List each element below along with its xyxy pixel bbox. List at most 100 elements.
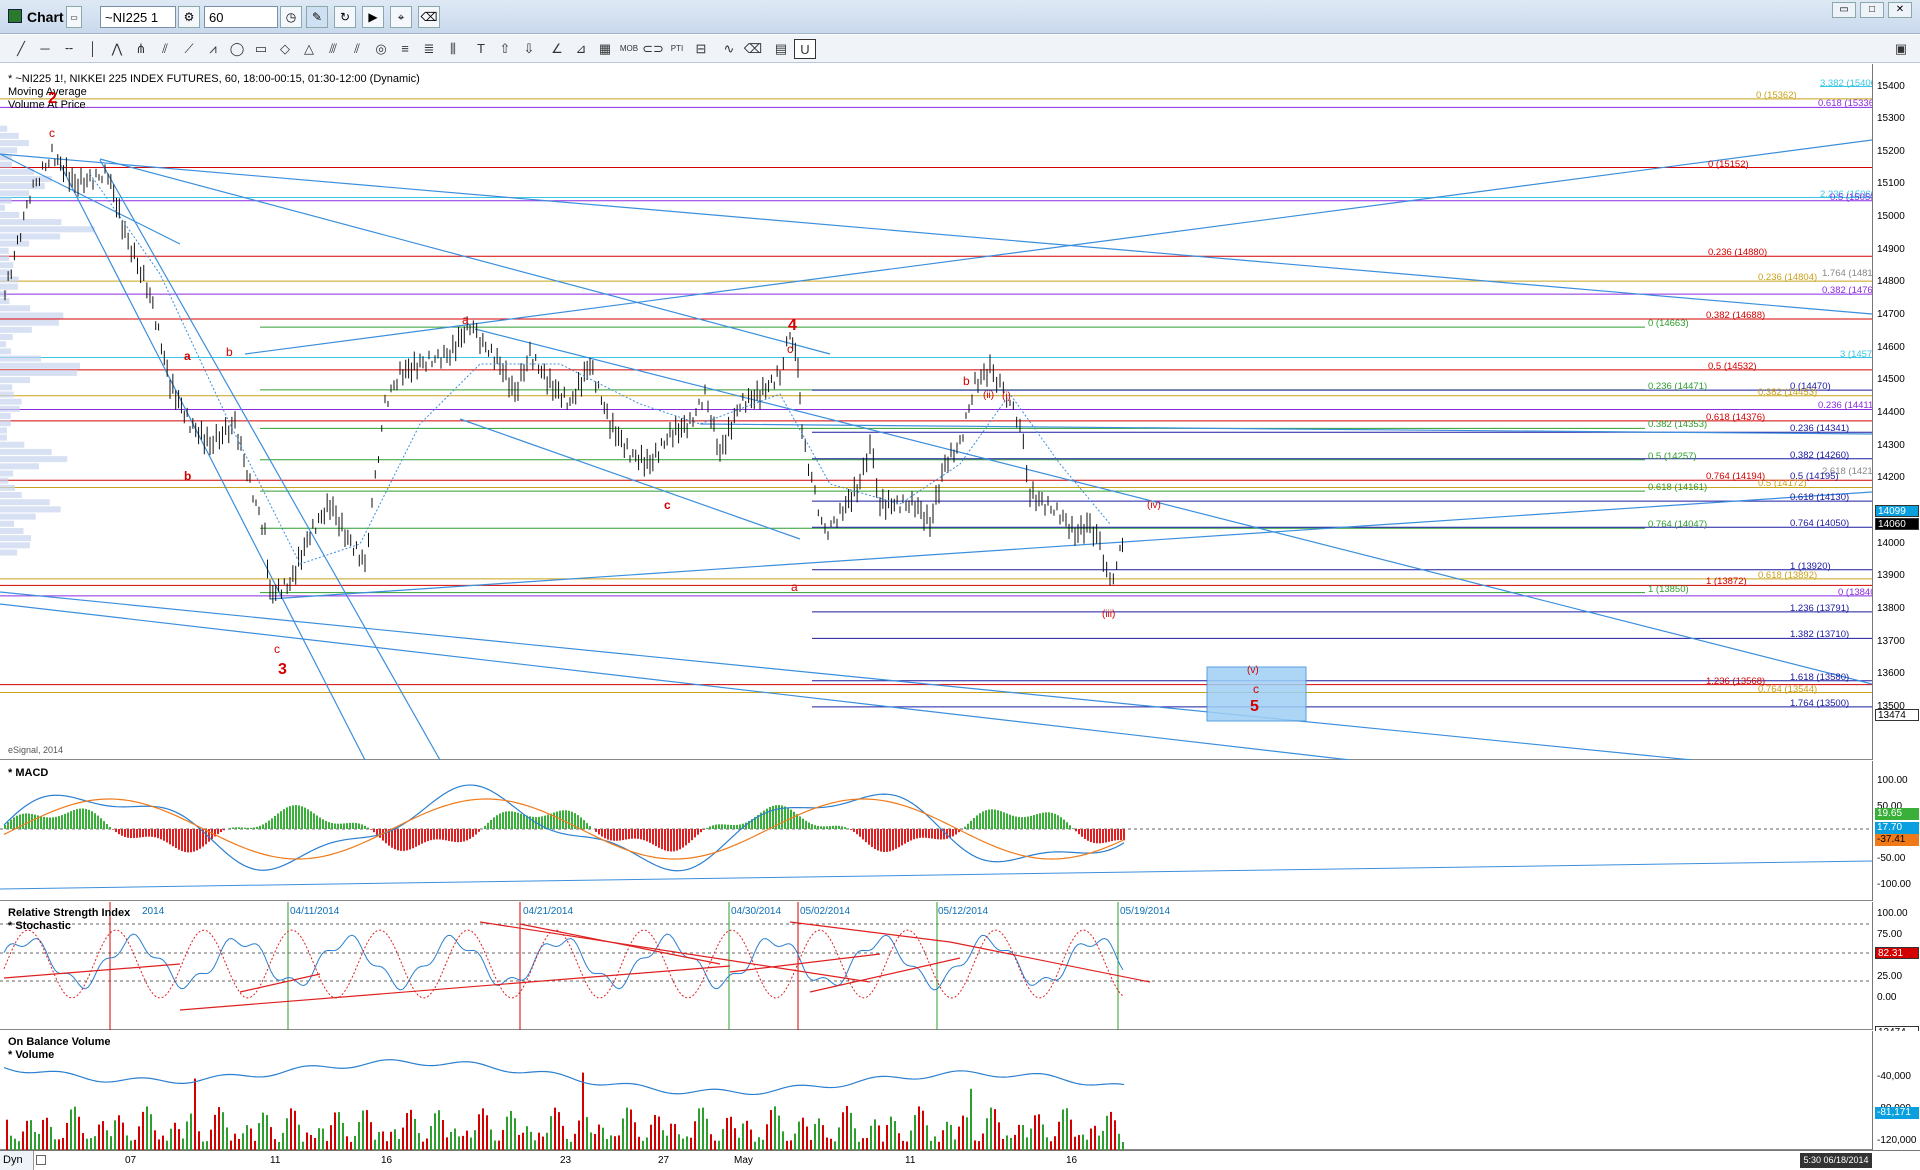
- restore-button[interactable]: ▭: [1832, 2, 1856, 18]
- eraser-tool-icon[interactable]: ⌫: [742, 39, 764, 59]
- grid-tool-icon[interactable]: ▦: [594, 39, 616, 59]
- macd-histogram-bar: [349, 822, 351, 829]
- pitchfork-tool-icon[interactable]: ⋔: [130, 39, 152, 59]
- macd-histogram-bar: [901, 829, 903, 846]
- zigzag-tool-icon[interactable]: ⋀: [106, 39, 128, 59]
- volume-bar: [490, 1129, 492, 1150]
- horizontal-line-tool-icon[interactable]: ─: [34, 39, 56, 59]
- symbol-menu-icon[interactable]: ⚙: [178, 6, 200, 28]
- macd-histogram-bar: [355, 822, 357, 829]
- volume-bar: [766, 1124, 768, 1150]
- macd-histogram-bar: [127, 829, 129, 838]
- clock-icon[interactable]: ◷: [280, 6, 302, 28]
- macd-histogram-bar: [133, 829, 135, 839]
- time-axis[interactable]: Dyn 07 11 16 23 27 May 11 16 5:30 06/18/2014: [0, 1150, 1920, 1170]
- wave-label-major: 3: [278, 661, 287, 678]
- play-icon[interactable]: ▶: [362, 6, 384, 28]
- link-icon[interactable]: ▭: [66, 6, 82, 28]
- volume-bar: [902, 1140, 904, 1150]
- volume-bar: [298, 1124, 300, 1150]
- eraser-icon[interactable]: ⌫: [418, 6, 440, 28]
- gann-tool-icon[interactable]: ⊟: [690, 39, 712, 59]
- mob-tool-icon[interactable]: MOB: [618, 39, 640, 59]
- volume-bar: [150, 1114, 152, 1150]
- crosshair-icon[interactable]: ⌖: [390, 6, 412, 28]
- macd-histogram-bar: [982, 811, 984, 829]
- macd-histogram-bar: [841, 826, 843, 829]
- fib-extension-tool-icon[interactable]: ≣: [418, 39, 440, 59]
- price-axis[interactable]: 15400 15300 15200 15100 15000 14900 14800 14700…: [1872, 64, 1920, 760]
- rectangle-tool-icon[interactable]: ▭: [250, 39, 272, 59]
- macd-label[interactable]: * MACD: [8, 767, 48, 779]
- close-button[interactable]: ✕: [1888, 2, 1912, 18]
- parallel-lines-tool-icon[interactable]: ⫻: [322, 39, 344, 59]
- macd-axis[interactable]: 100.0050.000.00-50.00-100.0019.6517.70-3…: [1872, 761, 1920, 901]
- speed-line-tool-icon[interactable]: ⩘: [202, 39, 224, 59]
- wave-label-minor: c: [274, 642, 280, 656]
- highlighter-tool-icon[interactable]: ◇: [274, 39, 296, 59]
- obv-svg: [3, 1059, 1125, 1150]
- fib-retracement-tool-icon[interactable]: ≡: [394, 39, 416, 59]
- triangle-tool-icon[interactable]: △: [298, 39, 320, 59]
- symbol-input[interactable]: ~NI225 1: [100, 6, 176, 28]
- dynamic-toggle[interactable]: Dyn: [0, 1151, 34, 1170]
- fib-time-tool-icon[interactable]: ⫼: [442, 39, 464, 59]
- price-pane[interactable]: * ~NI225 1!, NIKKEI 225 INDEX FUTURES, 6…: [0, 64, 1881, 760]
- trendline-tool-icon[interactable]: ╱: [10, 39, 32, 59]
- macd-histogram-bar: [256, 826, 258, 829]
- pencil-icon[interactable]: ✎: [306, 6, 328, 28]
- interval-input[interactable]: 60: [204, 6, 278, 28]
- volume-bar: [970, 1088, 972, 1150]
- obv-label[interactable]: On Balance Volume: [8, 1036, 111, 1048]
- macd-histogram-bar: [1102, 829, 1104, 843]
- toolbar-options-icon[interactable]: ▣: [1890, 39, 1912, 59]
- volume-bar: [890, 1116, 892, 1150]
- ray-tool-icon[interactable]: ╌: [58, 39, 80, 59]
- channel-tool-icon[interactable]: ⫽: [154, 39, 176, 59]
- arrow-up-tool-icon[interactable]: ⇧: [494, 39, 516, 59]
- volume-bar: [998, 1122, 1000, 1150]
- macd-histogram-bar: [691, 829, 693, 841]
- macd-histogram-bar: [904, 829, 906, 844]
- fan-tool-icon[interactable]: ⟋: [178, 39, 200, 59]
- rsi-pane[interactable]: Relative Strength Index * Stochastic 04/…: [0, 902, 1872, 1030]
- text-tool-icon[interactable]: T: [470, 39, 492, 59]
- macd-histogram-bar: [613, 829, 615, 841]
- cycle-tool-icon[interactable]: ◎: [370, 39, 392, 59]
- study-volume-at-price[interactable]: Volume At Price: [8, 99, 86, 111]
- refresh-icon[interactable]: ↻: [334, 6, 356, 28]
- rsi-label[interactable]: Relative Strength Index: [8, 907, 130, 919]
- macd-pane[interactable]: * MACD: [0, 761, 1872, 901]
- arrow-down-tool-icon[interactable]: ⇩: [518, 39, 540, 59]
- macd-histogram-bar: [1045, 812, 1047, 829]
- volume-bar: [34, 1131, 36, 1150]
- macd-histogram-bar: [811, 824, 813, 829]
- rsi-axis[interactable]: 100.0075.0050.0025.000.0082.3113474: [1872, 902, 1920, 1038]
- obv-axis[interactable]: -40,000-80,000-120,000-81,171: [1872, 1031, 1920, 1150]
- maximize-button[interactable]: □: [1860, 2, 1884, 18]
- ruler-tool-icon[interactable]: ⊿: [570, 39, 592, 59]
- volume-bar: [986, 1118, 988, 1150]
- stochastic-label[interactable]: * Stochastic: [8, 920, 71, 932]
- vertical-line-tool-icon[interactable]: │: [82, 39, 104, 59]
- macd-histogram-bar: [991, 809, 993, 829]
- angle-tool-icon[interactable]: ∠: [546, 39, 568, 59]
- scroll-left-button[interactable]: [36, 1155, 46, 1165]
- regression-tool-icon[interactable]: ⫽: [346, 39, 368, 59]
- wave-tool-icon[interactable]: ∿: [718, 39, 740, 59]
- obv-pane[interactable]: On Balance Volume * Volume: [0, 1031, 1872, 1150]
- volume-label[interactable]: * Volume: [8, 1049, 54, 1061]
- drawing-toolbar: ╱ ─ ╌ │ ⋀ ⋔ ⫽ ⟋ ⩘ ◯ ▭ ◇ △ ⫻ ⫽ ◎ ≡ ≣ ⫼ T …: [0, 35, 1920, 63]
- chart-title: * ~NI225 1!, NIKKEI 225 INDEX FUTURES, 6…: [8, 73, 420, 85]
- macd-histogram-bar: [55, 816, 57, 829]
- comment-tool-icon[interactable]: ▤: [770, 39, 792, 59]
- volume-at-price-bar: [0, 405, 20, 412]
- pti-tool-icon[interactable]: PTI: [666, 39, 688, 59]
- macd-histogram-bar: [1084, 829, 1086, 839]
- volume-at-price-bar: [0, 219, 62, 226]
- macd-histogram-bar: [265, 822, 267, 829]
- oval-tool-icon[interactable]: ⊂⊃: [642, 39, 664, 59]
- magnet-tool-icon[interactable]: U: [794, 39, 816, 59]
- ellipse-tool-icon[interactable]: ◯: [226, 39, 248, 59]
- volume-bar: [846, 1106, 848, 1150]
